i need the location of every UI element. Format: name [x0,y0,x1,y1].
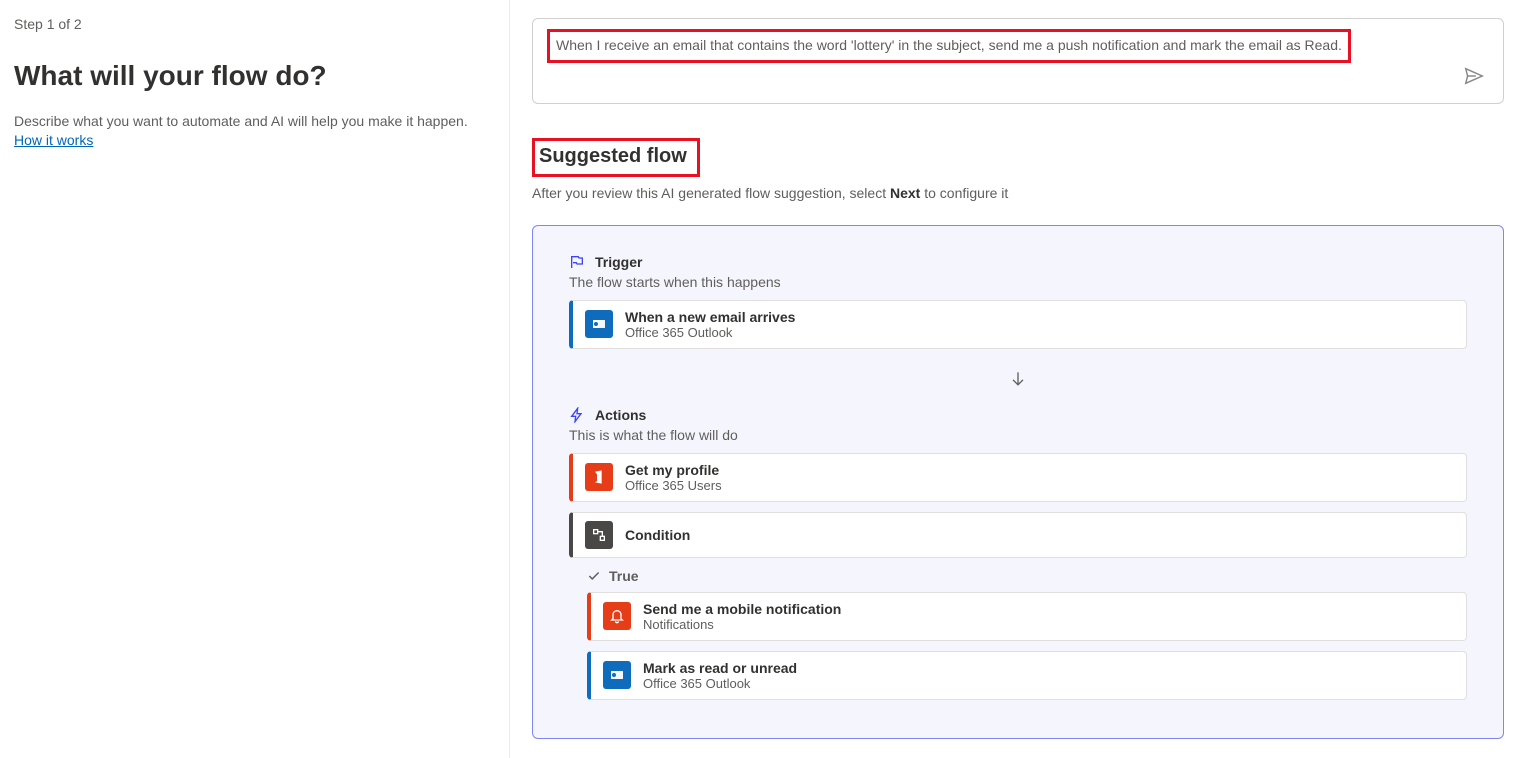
actions-section-header: Actions [569,407,1467,423]
true-action2-connector: Office 365 Outlook [643,676,797,691]
true-action1-connector: Notifications [643,617,841,632]
outlook-icon [585,310,613,338]
check-icon [587,569,601,583]
step-indicator: Step 1 of 2 [14,16,493,32]
page-title: What will your flow do? [14,60,493,92]
suggested-flow-heading-box: Suggested flow [532,138,700,177]
office-icon [585,463,613,491]
true-branch-label: True [587,568,1467,584]
true-label-text: True [609,568,639,584]
suggested-flow-heading: Suggested flow [539,145,687,168]
trigger-section-header: Trigger [569,254,1467,270]
condition-icon [585,521,613,549]
action-card-condition[interactable]: Condition [569,512,1467,558]
action1-title: Get my profile [625,462,722,478]
flag-icon [569,254,585,270]
trigger-card[interactable]: When a new email arrives Office 365 Outl… [569,300,1467,349]
true-branch: True Send me a mobile notification Notif… [587,568,1467,700]
how-it-works-link[interactable]: How it works [14,132,93,148]
suggested-flow-subtext: After you review this AI generated flow … [532,185,1504,201]
bell-icon [603,602,631,630]
action1-connector: Office 365 Users [625,478,722,493]
bolt-icon [569,407,585,423]
trigger-connector: Office 365 Outlook [625,325,795,340]
true-action2-title: Mark as read or unread [643,660,797,676]
trigger-subtext: The flow starts when this happens [569,274,1467,290]
actions-subtext: This is what the flow will do [569,427,1467,443]
outlook-icon [603,661,631,689]
page-subtitle: Describe what you want to automate and A… [14,112,493,132]
arrow-down-icon [569,359,1467,407]
send-button[interactable] [1459,61,1489,91]
trigger-title: When a new email arrives [625,309,795,325]
send-icon [1463,65,1485,87]
prompt-input-container[interactable]: When I receive an email that contains th… [532,18,1504,104]
condition-title: Condition [625,527,690,543]
true-action1-title: Send me a mobile notification [643,601,841,617]
right-pane: When I receive an email that contains th… [510,0,1516,758]
actions-label: Actions [595,407,646,423]
sf-sub-after: to configure it [920,185,1008,201]
flow-card: Trigger The flow starts when this happen… [532,225,1504,739]
action-card-mark-read[interactable]: Mark as read or unread Office 365 Outloo… [587,651,1467,700]
action-card-notification[interactable]: Send me a mobile notification Notificati… [587,592,1467,641]
sf-sub-before: After you review this AI generated flow … [532,185,890,201]
trigger-label: Trigger [595,254,642,270]
prompt-text: When I receive an email that contains th… [547,29,1351,63]
left-pane: Step 1 of 2 What will your flow do? Desc… [0,0,510,758]
sf-sub-bold: Next [890,185,920,201]
action-card-get-profile[interactable]: Get my profile Office 365 Users [569,453,1467,502]
